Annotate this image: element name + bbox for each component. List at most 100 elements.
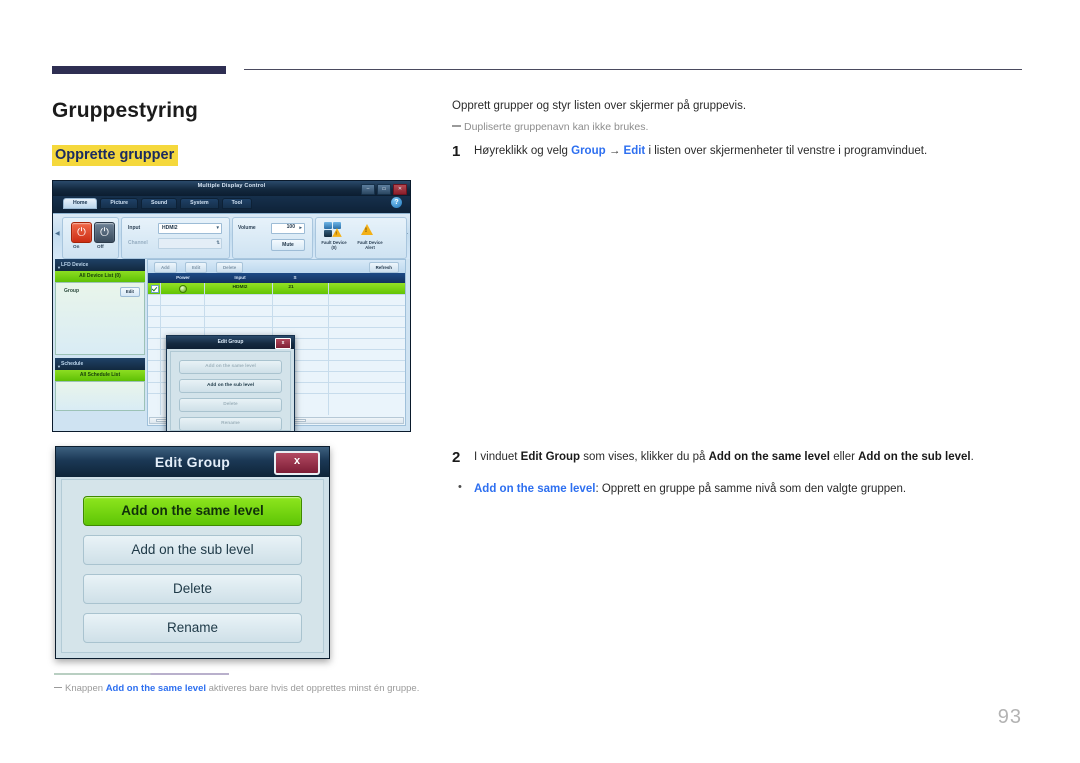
page-title: Gruppestyring	[52, 99, 198, 122]
intro-paragraph: Opprett grupper og styr listen over skje…	[452, 100, 747, 112]
power-group: ⏻ ⏻ On Off	[62, 217, 119, 259]
mini-add-sub-level-button[interactable]: Add on the sub level	[179, 379, 282, 393]
tab-tool[interactable]: Tool	[221, 198, 253, 209]
spinner-arrows-icon: ►	[298, 225, 303, 230]
tab-sound[interactable]: Sound	[141, 198, 178, 209]
edit-group-dialog: Edit Group x Add on the same level Add o…	[55, 446, 330, 659]
power-icon: ⏻	[100, 226, 109, 238]
grid-add-button[interactable]: Add	[154, 262, 177, 273]
device-tree-body: Group Edit	[55, 282, 145, 355]
step-1-text: Høyreklikk og velg Group → Edit i listen…	[474, 145, 928, 157]
fault-device-alert-icon[interactable]	[358, 222, 378, 239]
note-dash-icon	[452, 125, 461, 127]
mini-delete-button[interactable]: Delete	[179, 398, 282, 412]
help-icon[interactable]: ?	[391, 197, 402, 208]
input-value: HDMI2	[162, 225, 178, 231]
sidebar-section-schedule[interactable]: ▼ Schedule	[55, 358, 145, 370]
fault-group: Fault Device (0) Fault Device Alert	[315, 217, 407, 259]
row-extra-value: 21	[288, 285, 294, 290]
sidebar-section-lfd-device[interactable]: ▼ LFD Device	[55, 259, 145, 271]
bullet-item: • Add on the same level: Opprett en grup…	[452, 481, 1032, 497]
grid-edit-button[interactable]: Edit	[185, 262, 208, 273]
mini-edit-group-dialog: Edit Group x Add on the same level Add o…	[166, 335, 295, 431]
footnote-dash-icon	[54, 687, 62, 688]
header-accent-bar	[52, 66, 226, 74]
grid-header-input: Input	[234, 275, 246, 280]
step-2-text: I vinduet Edit Group som vises, klikker …	[474, 451, 974, 463]
tab-picture[interactable]: Picture	[100, 198, 139, 209]
mute-button[interactable]: Mute	[271, 239, 305, 251]
app-tabbar: Home Picture Sound System Tool	[53, 196, 410, 213]
page-number: 93	[997, 706, 1022, 728]
add-on-the-same-level-button[interactable]: Add on the same level	[83, 496, 302, 526]
minimize-button[interactable]: –	[361, 184, 375, 195]
app-titlebar: Multiple Display Control – ▭ ✕	[53, 181, 410, 196]
input-group: Input HDMI2 ▼ Channel ⇅	[121, 217, 230, 259]
tab-home[interactable]: Home	[63, 198, 98, 209]
tab-system[interactable]: System	[180, 198, 219, 209]
power-on-label: On	[73, 244, 80, 249]
all-schedule-list-item[interactable]: All Schedule List	[55, 370, 145, 381]
volume-spinner[interactable]: 100 ►	[271, 223, 305, 234]
grid-header-power: Power	[176, 275, 190, 280]
step-2-number: 2	[452, 449, 461, 466]
ribbon-scroll-left-icon[interactable]: ◀	[55, 230, 60, 237]
close-button[interactable]: ✕	[393, 184, 407, 195]
note-line: Dupliserte gruppenavn kan ikke brukes.	[452, 120, 1022, 135]
add-on-the-sub-level-button[interactable]: Add on the sub level	[83, 535, 302, 565]
app-lower-region: ▼ LFD Device All Device List (0) Group E…	[53, 259, 410, 431]
channel-spinner[interactable]: ⇅	[158, 238, 222, 249]
row-input-value: HDMI2	[232, 285, 248, 290]
dialog-body: Add on the same level Add on the sub lev…	[61, 479, 324, 653]
power-status-icon	[179, 285, 187, 293]
section-subtitle: Opprette grupper	[52, 145, 179, 166]
mini-dialog-titlebar: Edit Group x	[167, 336, 294, 349]
mini-add-same-level-button[interactable]: Add on the same level	[179, 360, 282, 374]
delete-button[interactable]: Delete	[83, 574, 302, 604]
power-off-button[interactable]: ⏻	[94, 222, 115, 243]
mini-dialog-close-button[interactable]: x	[275, 338, 291, 349]
fault-alert-label-2: Alert	[365, 245, 375, 250]
maximize-button[interactable]: ▭	[377, 184, 391, 195]
row-checkbox[interactable]	[151, 285, 159, 293]
app-control-ribbon: ◀ ▶ ⏻ ⏻ On Off Input HDMI2 ▼ Channel ⇅ V…	[53, 213, 410, 260]
dialog-close-button[interactable]: x	[274, 451, 320, 475]
fault-device-count: (0)	[331, 245, 337, 250]
power-on-button[interactable]: ⏻	[71, 222, 92, 243]
grid-delete-button[interactable]: Delete	[216, 262, 244, 273]
volume-group: Volume 100 ► Mute	[232, 217, 313, 259]
grid-toolbar: Add Edit Delete Refresh	[148, 260, 405, 274]
spinner-arrows-icon: ⇅	[216, 240, 220, 245]
grid-row-selected[interactable]: HDMI2 21	[148, 283, 405, 294]
chevron-down-icon: ▼	[215, 225, 220, 230]
group-edit-button[interactable]: Edit	[119, 287, 140, 297]
window-buttons: – ▭ ✕	[361, 184, 407, 195]
footnote-rule	[54, 673, 229, 675]
group-tree-item[interactable]: Group	[64, 288, 79, 294]
mini-dialog-body: Add on the same level Add on the sub lev…	[170, 351, 291, 431]
all-device-list-item[interactable]: All Device List (0)	[55, 271, 145, 282]
power-off-label: Off	[97, 244, 104, 249]
volume-value: 100	[286, 224, 295, 230]
rename-button[interactable]: Rename	[83, 613, 302, 643]
footnote-text: Knappen Add on the same level aktiveres …	[65, 683, 420, 694]
app-title-text: Multiple Display Control	[197, 183, 266, 189]
schedule-tree-body	[55, 381, 145, 411]
power-icon: ⏻	[77, 226, 86, 238]
close-icon: x	[293, 455, 301, 467]
step-1: 1 Høyreklikk og velg Group → Edit i list…	[452, 143, 1032, 160]
grid-header-s: S	[293, 275, 297, 280]
dialog-titlebar: Edit Group x	[56, 447, 329, 477]
bullet-marker: •	[458, 481, 462, 493]
input-label: Input	[128, 225, 141, 231]
grid-header-row: Power Input S	[148, 273, 405, 283]
step-1-number: 1	[452, 143, 461, 160]
device-sidebar: ▼ LFD Device All Device List (0) Group E…	[55, 259, 145, 426]
grid-refresh-button[interactable]: Refresh	[368, 262, 399, 273]
input-select[interactable]: HDMI2 ▼	[158, 223, 222, 234]
app-screenshot: Multiple Display Control – ▭ ✕ Home Pict…	[52, 180, 411, 432]
volume-label: Volume	[238, 225, 256, 231]
mini-rename-button[interactable]: Rename	[179, 417, 282, 431]
fault-device-icon[interactable]	[324, 222, 344, 239]
channel-label: Channel	[128, 240, 148, 246]
